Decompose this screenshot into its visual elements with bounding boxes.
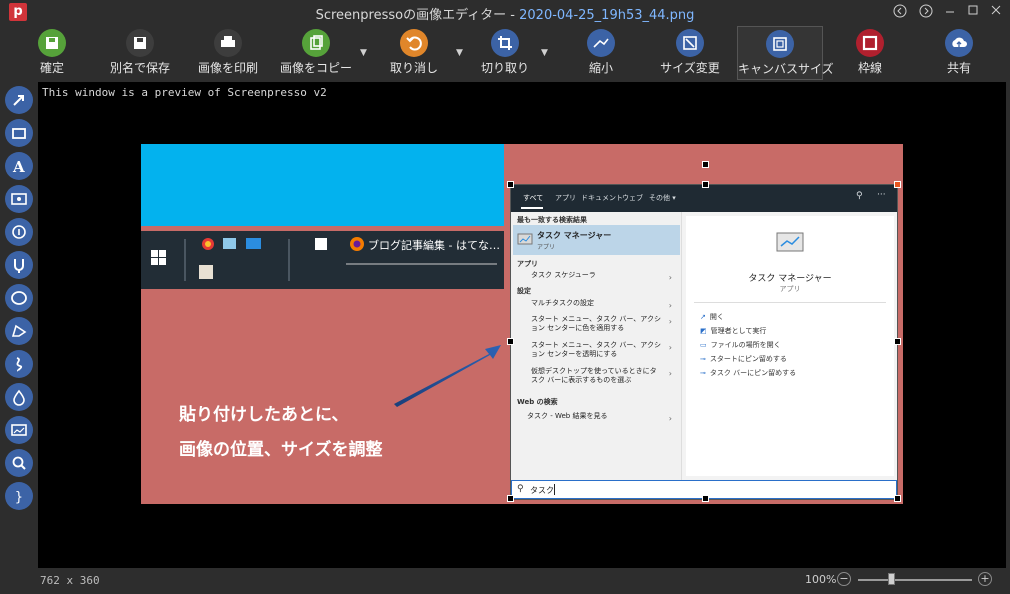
magnet-icon[interactable] — [5, 251, 33, 279]
edited-image[interactable]: ブログ記事編集 - はてな… すべて アプリ ドキュメント ウェブ その他 ▾ … — [141, 144, 903, 504]
border-button[interactable]: 枠線 — [827, 26, 913, 80]
resize-handle[interactable] — [894, 495, 901, 502]
freehand-icon[interactable] — [5, 350, 33, 378]
zoom-slider-thumb[interactable] — [888, 573, 895, 585]
editor-window: p Screenpressoの画像エディター - 2020-04-25_19h5… — [0, 0, 1010, 594]
magnifier-icon[interactable] — [5, 449, 33, 477]
editor-canvas[interactable]: This window is a preview of Screenpresso… — [38, 82, 1006, 568]
reduce-button[interactable]: 縮小 — [558, 26, 644, 80]
crop-dropdown-icon[interactable]: ▼ — [541, 48, 551, 58]
blur-drop-icon[interactable] — [5, 383, 33, 411]
arrow-icon[interactable] — [5, 86, 33, 114]
copy-icon — [302, 29, 330, 57]
annotation-text-line2[interactable]: 画像の位置、サイズを調整 — [179, 435, 383, 460]
canvas-size-button[interactable]: キャンバスサイズ — [737, 26, 834, 80]
file-name: 2020-04-25_19h53_44.png — [519, 8, 695, 23]
step-number-icon[interactable] — [5, 218, 33, 246]
minimize-icon[interactable] — [942, 4, 958, 20]
resize-handle[interactable] — [507, 495, 514, 502]
size-change-button[interactable]: サイズ変更 — [647, 26, 733, 80]
undo-button[interactable]: 取り消し — [371, 26, 457, 80]
toolbar: 確定 別名で保存 画像を印刷 画像をコピー ▼ 取り消し ▼ 切り取り ▼ 縮小… — [0, 24, 1010, 82]
crop-button[interactable]: 切り取り — [462, 26, 548, 80]
forward-icon[interactable] — [918, 4, 934, 20]
callout-icon[interactable] — [5, 185, 33, 213]
text-icon[interactable]: A — [5, 152, 33, 180]
share-button[interactable]: 共有 — [916, 26, 1002, 80]
save-as-icon — [126, 29, 154, 57]
save-as-button[interactable]: 別名で保存 — [97, 26, 183, 80]
polygon-icon[interactable] — [5, 317, 33, 345]
resize-icon — [587, 29, 615, 57]
title-bar: p Screenpressoの画像エディター - 2020-04-25_19h5… — [0, 0, 1010, 24]
window-title: Screenpressoの画像エディター - 2020-04-25_19h53_… — [315, 8, 695, 23]
zoom-level: 100% — [805, 573, 837, 586]
copy-image-button[interactable]: 画像をコピー — [273, 26, 359, 80]
canvas-size-icon — [766, 30, 794, 58]
copy-dropdown-icon[interactable]: ▼ — [360, 48, 370, 58]
back-icon[interactable] — [892, 4, 908, 20]
preview-notice: This window is a preview of Screenpresso… — [42, 86, 327, 99]
zoom-out-button[interactable]: − — [837, 572, 851, 586]
zoom-slider-track[interactable] — [858, 579, 972, 581]
annotation-text-line1[interactable]: 貼り付けしたあとに、 — [179, 400, 349, 425]
resize-handle[interactable] — [702, 181, 709, 188]
svg-text:}: } — [15, 490, 23, 505]
status-bar: 762 x 360 100% − + — [0, 568, 1010, 594]
share-icon — [945, 29, 973, 57]
resize-handle[interactable] — [507, 181, 514, 188]
resize-handle[interactable] — [702, 495, 709, 502]
border-icon — [856, 29, 884, 57]
drawing-tools-sidebar: A } — [0, 82, 38, 568]
brace-icon[interactable]: } — [5, 482, 33, 510]
ellipse-icon[interactable] — [5, 284, 33, 312]
crop-icon — [491, 29, 519, 57]
print-icon — [214, 29, 242, 57]
svg-text:A: A — [12, 158, 25, 176]
image-dimensions: 762 x 360 — [40, 574, 100, 587]
size-change-icon — [676, 29, 704, 57]
undo-icon — [400, 29, 428, 57]
close-icon[interactable] — [988, 4, 1004, 20]
resize-handle[interactable] — [894, 338, 901, 345]
rectangle-icon[interactable] — [5, 119, 33, 147]
print-button[interactable]: 画像を印刷 — [185, 26, 271, 80]
resize-handle[interactable] — [507, 338, 514, 345]
resize-handle[interactable] — [894, 181, 901, 188]
rotate-handle[interactable] — [702, 161, 709, 168]
save-icon — [38, 29, 66, 57]
save-button[interactable]: 確定 — [9, 26, 95, 80]
image-icon[interactable] — [5, 416, 33, 444]
maximize-icon[interactable] — [965, 4, 981, 20]
zoom-in-button[interactable]: + — [978, 572, 992, 586]
